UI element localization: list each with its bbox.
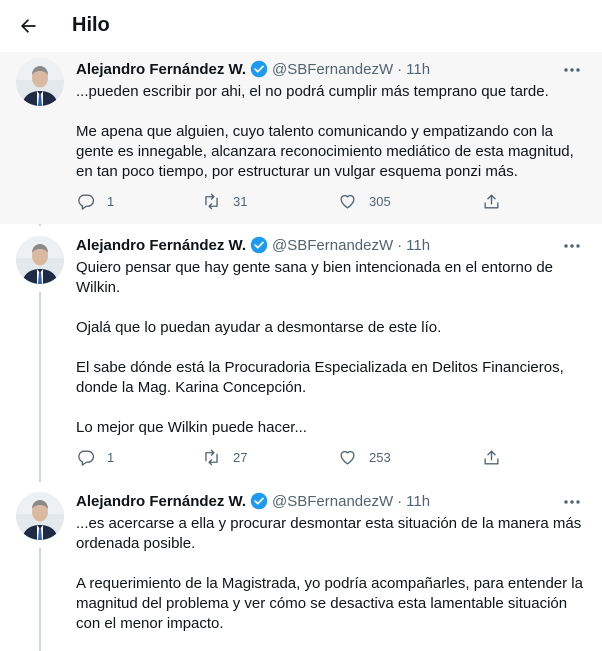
more-dots-icon: [564, 68, 580, 72]
share-icon: [484, 450, 499, 465]
tweet-actions: 1 31 305: [76, 192, 506, 214]
reply-button[interactable]: 1: [76, 448, 114, 467]
retweet-count: 27: [233, 450, 248, 465]
tweet-paragraph: El sabe dónde está la Procuradoria Espec…: [76, 359, 564, 396]
author-name[interactable]: Alejandro Fernández W.: [76, 61, 246, 78]
like-count: 305: [369, 194, 391, 209]
tweet-text: ...es acercarse a ella y procurar desmon…: [76, 514, 586, 634]
reply-icon: [78, 194, 95, 210]
tweet-time[interactable]: 11h: [406, 61, 430, 78]
reply-count: 1: [107, 450, 115, 465]
author-handle[interactable]: @SBFernandezW: [272, 61, 393, 78]
avatar[interactable]: [16, 492, 64, 540]
more-dots-icon: [564, 244, 580, 248]
heart-icon: [340, 450, 355, 465]
share-button[interactable]: [482, 192, 501, 211]
author-name[interactable]: Alejandro Fernández W.: [76, 493, 246, 510]
more-button[interactable]: [560, 60, 584, 80]
tweet-paragraph: Ojalá que lo puedan ayudar a desmontarse…: [76, 319, 442, 336]
share-icon: [484, 194, 499, 209]
tweet[interactable]: Alejandro Fernández W. @SBFernandezW · 1…: [0, 480, 602, 651]
page-title: Hilo: [72, 14, 110, 36]
avatar[interactable]: [16, 58, 64, 106]
avatar[interactable]: [16, 236, 64, 284]
verified-badge-icon: [250, 492, 268, 510]
verified-badge-icon: [250, 60, 268, 78]
reply-button[interactable]: 1: [76, 192, 114, 211]
retweet-count: 31: [233, 194, 248, 209]
tweet-header: Alejandro Fernández W. @SBFernandezW · 1…: [76, 492, 430, 510]
tweet[interactable]: Alejandro Fernández W. @SBFernandezW · 1…: [0, 224, 602, 480]
tweet-header: Alejandro Fernández W. @SBFernandezW · 1…: [76, 236, 430, 254]
arrow-left-icon: [21, 19, 36, 33]
back-button[interactable]: [14, 12, 42, 40]
tweet-paragraph: ...es acercarse a ella y procurar desmon…: [76, 515, 582, 552]
more-button[interactable]: [560, 492, 584, 512]
thread-header: Hilo: [0, 0, 602, 52]
reply-count: 1: [107, 194, 115, 209]
retweet-icon: [205, 449, 218, 466]
tweet-paragraph: A requerimiento de la Magistrada, yo pod…: [76, 575, 583, 632]
tweet-actions: 1 27 253: [76, 448, 506, 470]
tweet-time[interactable]: 11h: [406, 237, 430, 254]
author-name[interactable]: Alejandro Fernández W.: [76, 237, 246, 254]
author-handle[interactable]: @SBFernandezW: [272, 493, 393, 510]
separator-dot: ·: [397, 60, 403, 78]
verified-badge-icon: [250, 236, 268, 254]
more-dots-icon: [564, 500, 580, 504]
tweet[interactable]: Alejandro Fernández W. @SBFernandezW · 1…: [0, 52, 602, 224]
retweet-icon: [205, 193, 218, 210]
separator-dot: ·: [397, 492, 403, 510]
like-count: 253: [369, 450, 391, 465]
more-button[interactable]: [560, 236, 584, 256]
tweet-text: ...pueden escribir por ahi, el no podrá …: [76, 82, 586, 182]
retweet-button[interactable]: 31: [202, 192, 247, 211]
tweet-paragraph: Me apena que alguien, cuyo talento comun…: [76, 123, 574, 180]
tweet-paragraph: Quiero pensar que hay gente sana y bien …: [76, 259, 554, 296]
share-button[interactable]: [482, 448, 501, 467]
tweet-paragraph: Lo mejor que Wilkin puede hacer...: [76, 419, 307, 436]
like-button[interactable]: 253: [338, 448, 391, 467]
like-button[interactable]: 305: [338, 192, 391, 211]
heart-icon: [340, 194, 355, 209]
tweet-paragraph: ...pueden escribir por ahi, el no podrá …: [76, 83, 549, 100]
retweet-button[interactable]: 27: [202, 448, 247, 467]
tweet-text: Quiero pensar que hay gente sana y bien …: [76, 258, 586, 438]
tweet-time[interactable]: 11h: [406, 493, 430, 510]
separator-dot: ·: [397, 236, 403, 254]
author-handle[interactable]: @SBFernandezW: [272, 237, 393, 254]
reply-icon: [78, 450, 95, 466]
tweet-header: Alejandro Fernández W. @SBFernandezW · 1…: [76, 60, 430, 78]
